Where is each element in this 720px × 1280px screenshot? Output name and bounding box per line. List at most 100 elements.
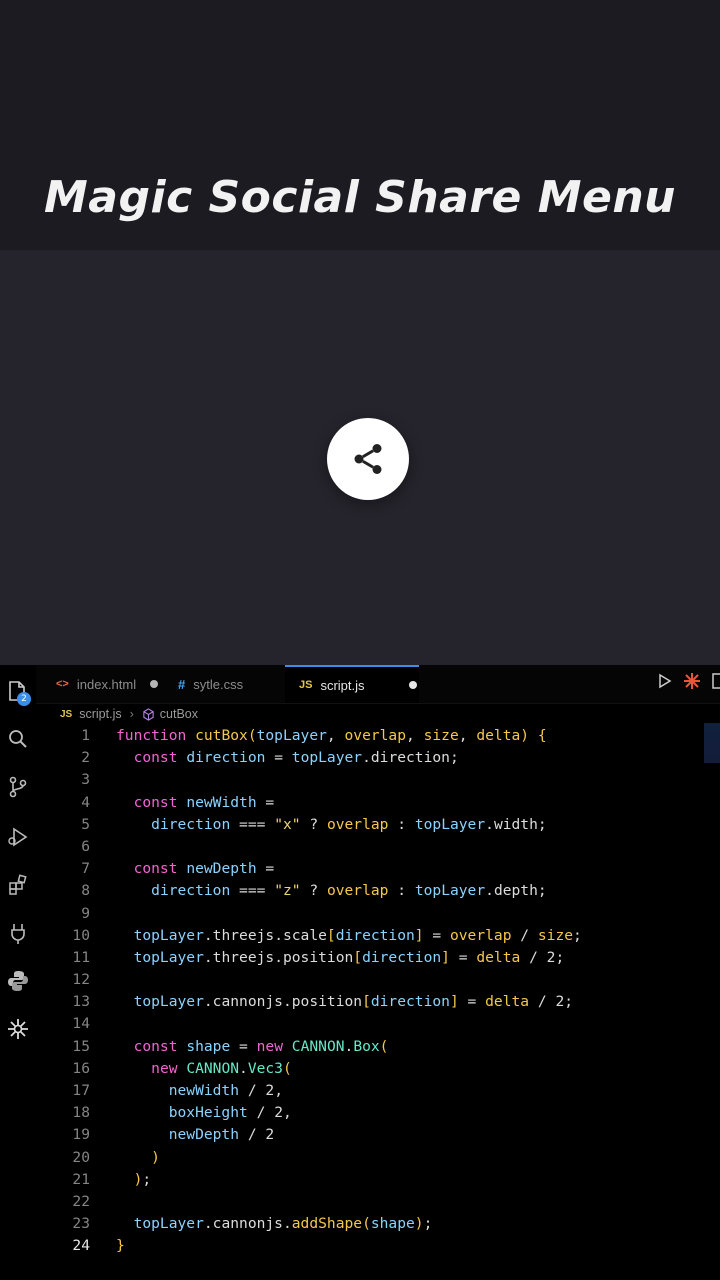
python-icon[interactable] xyxy=(4,967,32,995)
code-text: direction === "z" ? overlap : topLayer.d… xyxy=(151,882,547,900)
breadcrumb-symbol[interactable]: cutBox xyxy=(160,707,198,721)
code-text: topLayer.cannonjs.position[direction] = … xyxy=(133,993,574,1011)
code-line[interactable]: 20 ) xyxy=(36,1147,720,1169)
activity-bar: 2 xyxy=(0,665,36,1280)
chevron-right-icon: › xyxy=(129,707,134,721)
code-line[interactable]: 1 function cutBox(topLayer, overlap, size… xyxy=(36,725,720,747)
code-line[interactable]: 10 topLayer.threejs.scale[direction] = o… xyxy=(36,925,720,947)
code-text: ) xyxy=(151,1148,160,1166)
tab-sytle-css[interactable]: # sytle.css xyxy=(178,665,243,703)
activity-badge: 2 xyxy=(17,692,31,706)
code-line[interactable]: 18 boxHeight / 2, xyxy=(36,1102,720,1124)
line-number: 16 xyxy=(72,1059,90,1077)
breadcrumb: JS script.js › cutBox xyxy=(60,703,198,725)
line-number: 17 xyxy=(72,1082,90,1099)
code-line[interactable]: 12 xyxy=(36,969,720,991)
tab-label: sytle.css xyxy=(193,676,244,692)
line-number: 3 xyxy=(81,771,90,789)
code-line[interactable]: 15 const shape = new CANNON.Box( xyxy=(36,1036,720,1058)
page-title: Magic Social Share Menu xyxy=(44,172,676,223)
code-text: newDepth / 2 xyxy=(168,1126,275,1144)
line-number: 10 xyxy=(72,926,90,944)
cube-icon xyxy=(143,707,154,721)
code-text: new CANNON.Vec3( xyxy=(151,1059,292,1077)
unsaved-dot-icon xyxy=(150,680,159,688)
line-number: 9 xyxy=(81,904,90,922)
code-text: topLayer.cannonjs.addShape(shape); xyxy=(133,1215,433,1233)
tab-script-js[interactable]: JS script.js xyxy=(285,665,419,703)
code-text: const shape = new CANNON.Box( xyxy=(133,1037,389,1055)
tab-label: script.js xyxy=(320,677,365,693)
code-line[interactable]: 13 topLayer.cannonjs.position[direction]… xyxy=(36,991,720,1013)
code-area[interactable]: 1 function cutBox(topLayer, overlap, size… xyxy=(36,725,720,1258)
code-text: newWidth / 2, xyxy=(168,1082,283,1099)
code-editor: 2 <> index.html # sytle.css JS script.js… xyxy=(0,665,720,1280)
code-line[interactable]: 22 xyxy=(36,1191,720,1213)
minimap[interactable] xyxy=(704,723,720,763)
line-number: 15 xyxy=(72,1037,90,1055)
run-debug-icon[interactable] xyxy=(4,823,32,851)
source-control-icon[interactable] xyxy=(4,773,32,801)
extensions-icon[interactable] xyxy=(4,871,32,899)
code-line[interactable]: 2 const direction = topLayer.direction; xyxy=(36,747,720,769)
code-line[interactable]: 9 xyxy=(36,903,720,925)
line-number: 19 xyxy=(72,1126,90,1144)
code-text: topLayer.threejs.position[direction] = d… xyxy=(133,948,565,966)
breadcrumb-file[interactable]: script.js xyxy=(79,707,121,721)
editor-actions xyxy=(658,673,720,689)
code-line[interactable]: 16 new CANNON.Vec3( xyxy=(36,1058,720,1080)
code-text: const newWidth = xyxy=(133,793,275,811)
line-number: 8 xyxy=(81,882,90,900)
code-text: topLayer.threejs.scale[direction] = over… xyxy=(133,926,582,944)
code-line[interactable]: 11 topLayer.threejs.position[direction] … xyxy=(36,947,720,969)
js-file-icon: JS xyxy=(299,679,313,691)
line-number: 12 xyxy=(72,971,90,989)
splash-icon[interactable] xyxy=(684,673,700,689)
search-icon[interactable] xyxy=(4,725,32,753)
code-text: ); xyxy=(133,1170,152,1188)
tab-label: index.html xyxy=(76,676,137,692)
code-line[interactable]: 4 const newWidth = xyxy=(36,792,720,814)
code-line[interactable]: 8 direction === "z" ? overlap : topLayer… xyxy=(36,880,720,902)
line-number: 20 xyxy=(72,1148,90,1166)
line-number: 22 xyxy=(72,1192,90,1210)
code-text: const direction = topLayer.direction; xyxy=(133,749,459,767)
line-number: 13 xyxy=(72,993,90,1011)
code-line[interactable]: 7 const newDepth = xyxy=(36,858,720,880)
unsaved-dot-icon xyxy=(408,681,417,689)
line-number: 21 xyxy=(72,1170,90,1188)
code-line[interactable]: 19 newDepth / 2 xyxy=(36,1124,720,1146)
code-text: function cutBox(topLayer, overlap, size,… xyxy=(116,727,547,744)
code-text: } xyxy=(116,1237,125,1255)
tab-bar: <> index.html # sytle.css JS script.js xyxy=(36,665,720,704)
code-line[interactable]: 17 newWidth / 2, xyxy=(36,1080,720,1102)
code-text: const newDepth = xyxy=(133,860,275,878)
code-line[interactable]: 3 xyxy=(36,769,720,791)
line-number: 24 xyxy=(72,1237,90,1255)
html-file-icon: <> xyxy=(56,678,69,690)
line-number: 2 xyxy=(81,749,90,767)
line-number: 23 xyxy=(72,1215,90,1233)
code-text: boxHeight / 2, xyxy=(168,1104,292,1122)
code-line[interactable]: 21 ); xyxy=(36,1169,720,1191)
line-number: 14 xyxy=(72,1015,90,1033)
run-icon[interactable] xyxy=(658,673,672,689)
code-line[interactable]: 24} xyxy=(36,1235,720,1257)
tab-index-html[interactable]: <> index.html xyxy=(56,665,159,703)
line-number: 1 xyxy=(81,727,90,744)
share-icon xyxy=(354,444,382,474)
code-line[interactable]: 14 xyxy=(36,1013,720,1035)
code-line[interactable]: 23 topLayer.cannonjs.addShape(shape); xyxy=(36,1213,720,1235)
js-file-icon: JS xyxy=(60,708,73,720)
line-number: 4 xyxy=(81,793,90,811)
gear-splash-icon[interactable] xyxy=(4,1015,32,1043)
line-number: 5 xyxy=(81,815,90,833)
split-editor-icon[interactable] xyxy=(712,673,720,689)
code-line[interactable]: 5 direction === "x" ? overlap : topLayer… xyxy=(36,814,720,836)
code-line[interactable]: 6 xyxy=(36,836,720,858)
line-number: 18 xyxy=(72,1104,90,1122)
plug-icon[interactable] xyxy=(4,919,32,947)
share-button[interactable] xyxy=(327,418,409,500)
line-number: 7 xyxy=(81,860,90,878)
line-number: 11 xyxy=(72,948,90,966)
